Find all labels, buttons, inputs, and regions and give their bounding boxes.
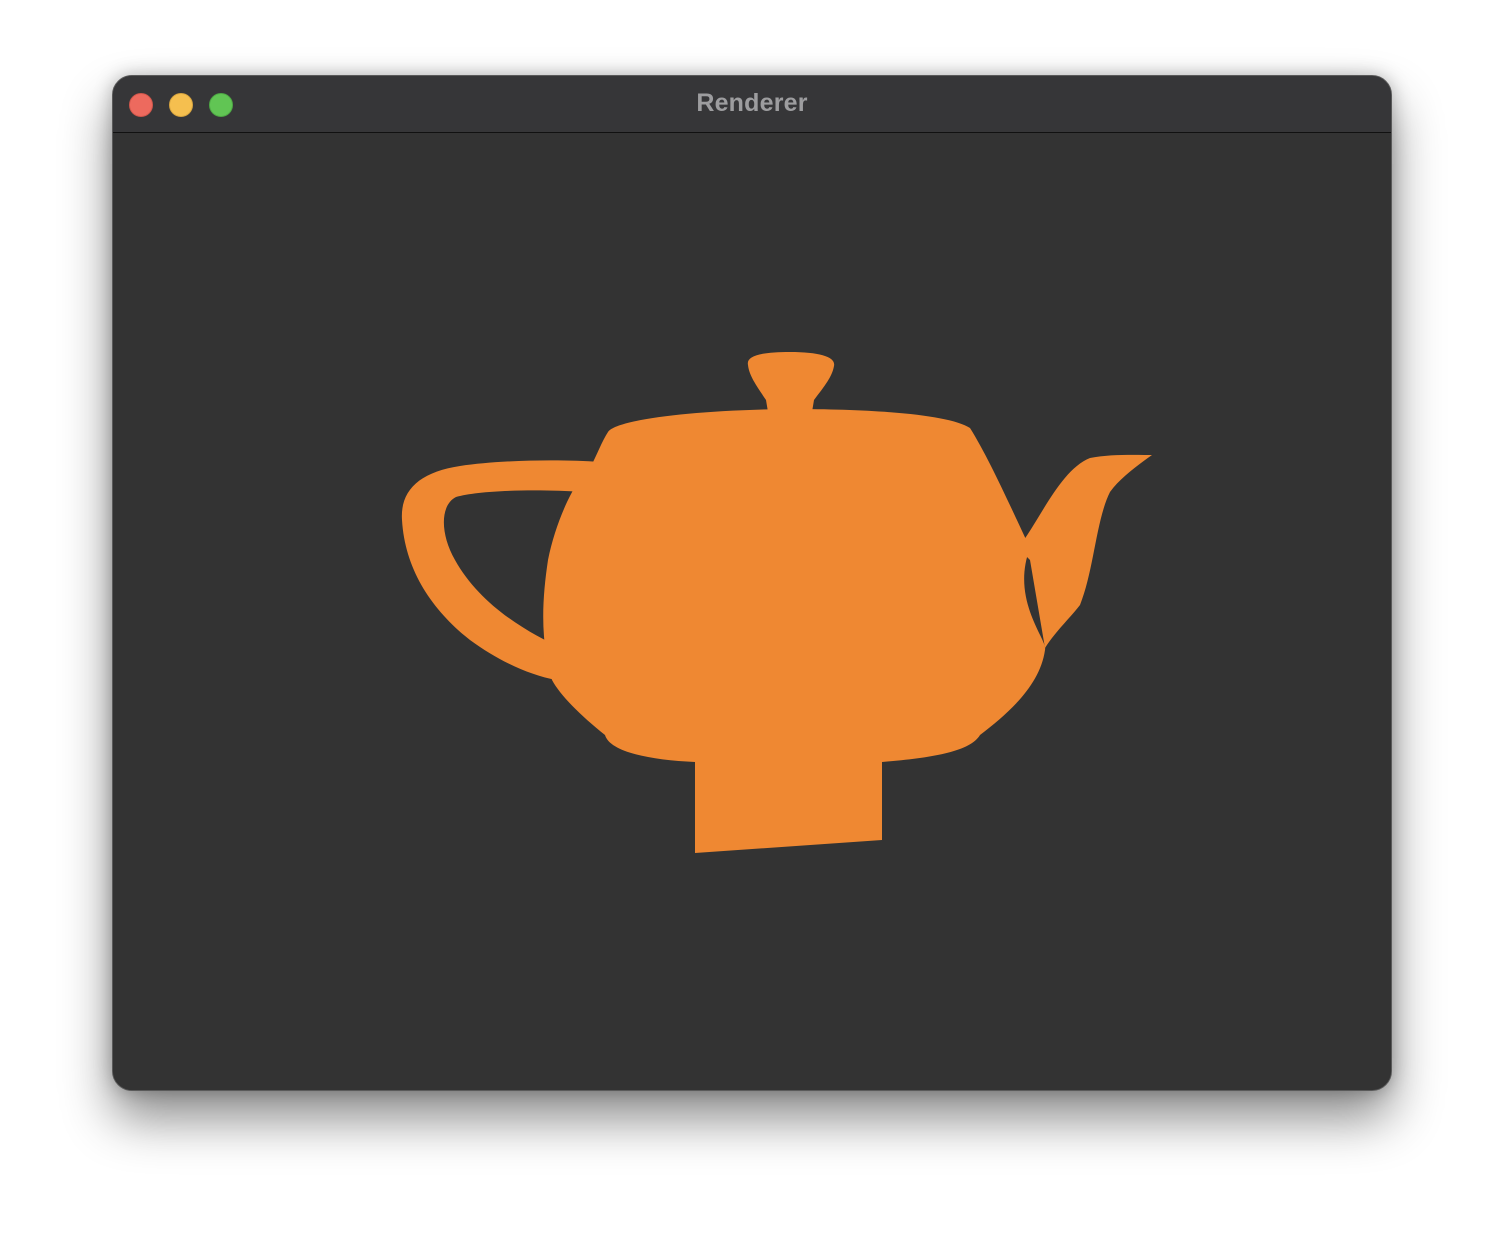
teapot-spout: [1018, 454, 1152, 648]
teapot-lid-knob: [747, 352, 835, 412]
render-canvas: [401, 352, 1152, 853]
window-title: Renderer: [696, 89, 808, 117]
title-bar[interactable]: Renderer: [113, 76, 1391, 133]
teapot-body: [543, 409, 1046, 853]
renderer-window: Renderer: [112, 75, 1392, 1091]
render-viewport[interactable]: [113, 133, 1391, 1090]
teapot-silhouette: [401, 352, 1152, 853]
